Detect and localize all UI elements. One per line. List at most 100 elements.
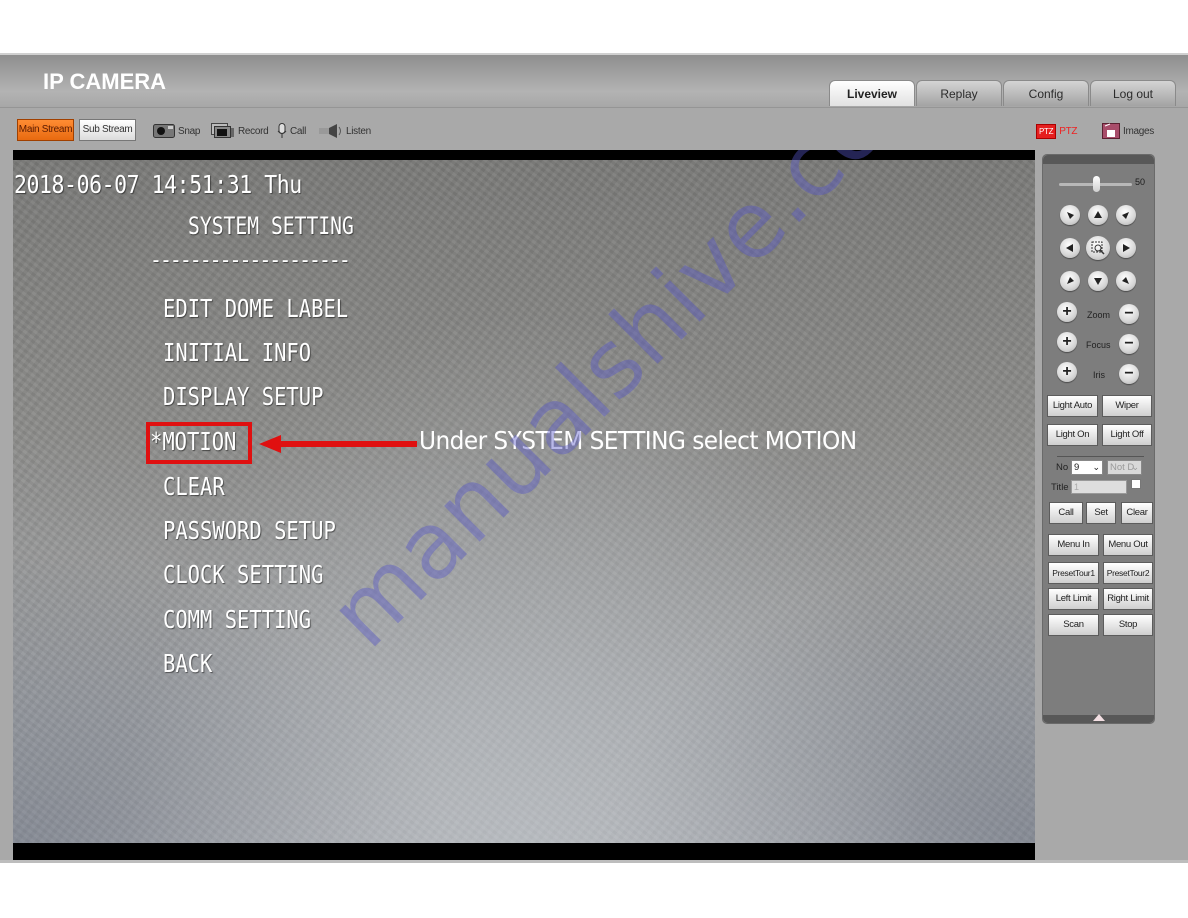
call-button[interactable]: Call: [277, 122, 306, 140]
osd-menu-item: COMM SETTING: [163, 605, 312, 634]
listen-label: Listen: [346, 125, 371, 137]
arrow-right-icon: [1123, 244, 1130, 252]
left-limit-button[interactable]: Left Limit: [1048, 588, 1099, 610]
pan-up-right-button[interactable]: [1116, 205, 1136, 225]
ptz-panel-header: [1043, 155, 1154, 164]
minus-icon: −: [1124, 365, 1134, 382]
tilt-down-button[interactable]: [1088, 271, 1108, 291]
camera-icon: [153, 124, 175, 138]
plus-icon: +: [1062, 363, 1072, 380]
focus-label: Focus: [1086, 340, 1111, 350]
tab-replay[interactable]: Replay: [916, 80, 1002, 106]
arrow-up-left-icon: [1067, 212, 1074, 219]
images-button[interactable]: Images: [1102, 122, 1154, 140]
live-video[interactable]: 2018-06-07 14:51:31 Thu SYSTEM SETTING -…: [13, 150, 1035, 860]
iris-open-button[interactable]: +: [1057, 362, 1077, 382]
osd-separator: --------------------: [150, 248, 351, 273]
ptz-toggle[interactable]: PTZ PTZ: [1036, 122, 1078, 140]
preset-tour2-button[interactable]: PresetTour2: [1103, 562, 1153, 584]
chevron-down-icon: ⌄: [1131, 462, 1139, 472]
pan-right-button[interactable]: [1116, 238, 1136, 258]
light-auto-button[interactable]: Light Auto: [1047, 395, 1098, 417]
osd-timestamp: 2018-06-07 14:51:31 Thu: [14, 170, 302, 199]
plus-icon: +: [1062, 333, 1072, 350]
zoom-label: Zoom: [1087, 310, 1111, 320]
ptz-panel: 50 + Zoom − + Focus − + Iris − Light Aut…: [1042, 154, 1155, 724]
preset-set-button[interactable]: Set: [1086, 502, 1116, 524]
preset-no-select[interactable]: 9 ⌄: [1071, 460, 1103, 475]
iris-label: Iris: [1093, 370, 1105, 380]
speed-slider-handle[interactable]: [1092, 176, 1100, 192]
osd-menu-item: EDIT DOME LABEL: [163, 294, 349, 323]
images-label: Images: [1123, 125, 1154, 137]
ptz-collapse-bar[interactable]: [1043, 714, 1154, 723]
speed-value: 50: [1135, 177, 1146, 187]
ip-camera-app: IP CAMERA Liveview Replay Config Log out…: [0, 53, 1188, 863]
light-off-button[interactable]: Light Off: [1102, 424, 1152, 446]
osd-menu-item: DISPLAY SETUP: [163, 382, 324, 411]
wiper-button[interactable]: Wiper: [1102, 395, 1152, 417]
watermark: manualshive.com: [309, 150, 971, 668]
plus-icon: +: [1062, 303, 1072, 320]
preset-title-checkbox[interactable]: [1131, 479, 1141, 489]
arrow-left-icon: [259, 435, 417, 453]
preset-state-select[interactable]: Not D ⌄: [1107, 460, 1142, 475]
osd-menu-item: CLOCK SETTING: [163, 560, 324, 589]
pan-up-left-button[interactable]: [1060, 205, 1080, 225]
tab-logout[interactable]: Log out: [1090, 80, 1176, 106]
record-button[interactable]: Record: [211, 122, 269, 140]
preset-title-input[interactable]: 1: [1071, 480, 1127, 494]
osd-menu-item: PASSWORD SETUP: [163, 516, 336, 545]
osd-menu-item: CLEAR: [163, 472, 225, 501]
preset-tour1-button[interactable]: PresetTour1: [1048, 562, 1099, 584]
scan-button[interactable]: Scan: [1048, 614, 1099, 636]
header: IP CAMERA Liveview Replay Config Log out: [0, 55, 1188, 108]
pan-down-left-button[interactable]: [1060, 271, 1080, 291]
sub-stream-button[interactable]: Sub Stream: [79, 119, 136, 141]
menu-in-button[interactable]: Menu In: [1048, 534, 1099, 556]
auto-focus-button[interactable]: [1086, 236, 1110, 260]
microphone-icon: [277, 123, 287, 138]
listen-button[interactable]: Listen: [319, 122, 371, 140]
snap-button[interactable]: Snap: [153, 122, 200, 140]
record-label: Record: [238, 125, 269, 137]
preset-title-label: Title: [1051, 482, 1069, 493]
osd-menu-item: INITIAL INFO: [163, 338, 312, 367]
divider: [1057, 456, 1144, 457]
preset-no-value: 9: [1074, 462, 1080, 473]
tilt-up-button[interactable]: [1088, 205, 1108, 225]
tab-liveview[interactable]: Liveview: [829, 80, 915, 106]
zoom-in-button[interactable]: +: [1057, 302, 1077, 322]
preset-no-label: No: [1056, 462, 1069, 473]
stop-button[interactable]: Stop: [1103, 614, 1153, 636]
call-label: Call: [290, 125, 307, 137]
record-icon: [211, 123, 234, 138]
right-limit-button[interactable]: Right Limit: [1103, 588, 1153, 610]
ptz-icon: PTZ: [1036, 123, 1057, 139]
focus-near-button[interactable]: +: [1057, 332, 1077, 352]
light-on-button[interactable]: Light On: [1047, 424, 1098, 446]
caret-up-icon: [1092, 714, 1105, 721]
menu-out-button[interactable]: Menu Out: [1103, 534, 1153, 556]
arrow-down-right-icon: [1122, 277, 1129, 284]
speaker-icon: [319, 124, 341, 138]
images-icon: [1102, 123, 1120, 139]
pan-down-right-button[interactable]: [1116, 271, 1136, 291]
preset-call-button[interactable]: Call: [1049, 502, 1083, 524]
zoom-area-icon: [1091, 241, 1105, 255]
focus-far-button[interactable]: −: [1119, 334, 1139, 354]
main-stream-button[interactable]: Main Stream: [17, 119, 74, 141]
minus-icon: −: [1124, 305, 1134, 322]
arrow-down-icon: [1094, 278, 1102, 285]
tab-config[interactable]: Config: [1003, 80, 1089, 106]
arrow-up-right-icon: [1122, 212, 1129, 219]
iris-close-button[interactable]: −: [1119, 364, 1139, 384]
snap-label: Snap: [178, 125, 201, 137]
pan-left-button[interactable]: [1060, 238, 1080, 258]
main-tabs: Liveview Replay Config Log out: [829, 80, 1176, 106]
preset-clear-button[interactable]: Clear: [1121, 502, 1153, 524]
zoom-out-button[interactable]: −: [1119, 304, 1139, 324]
osd-menu-title: SYSTEM SETTING: [188, 212, 354, 240]
chevron-down-icon: ⌄: [1092, 462, 1100, 472]
app-title: IP CAMERA: [43, 69, 167, 94]
